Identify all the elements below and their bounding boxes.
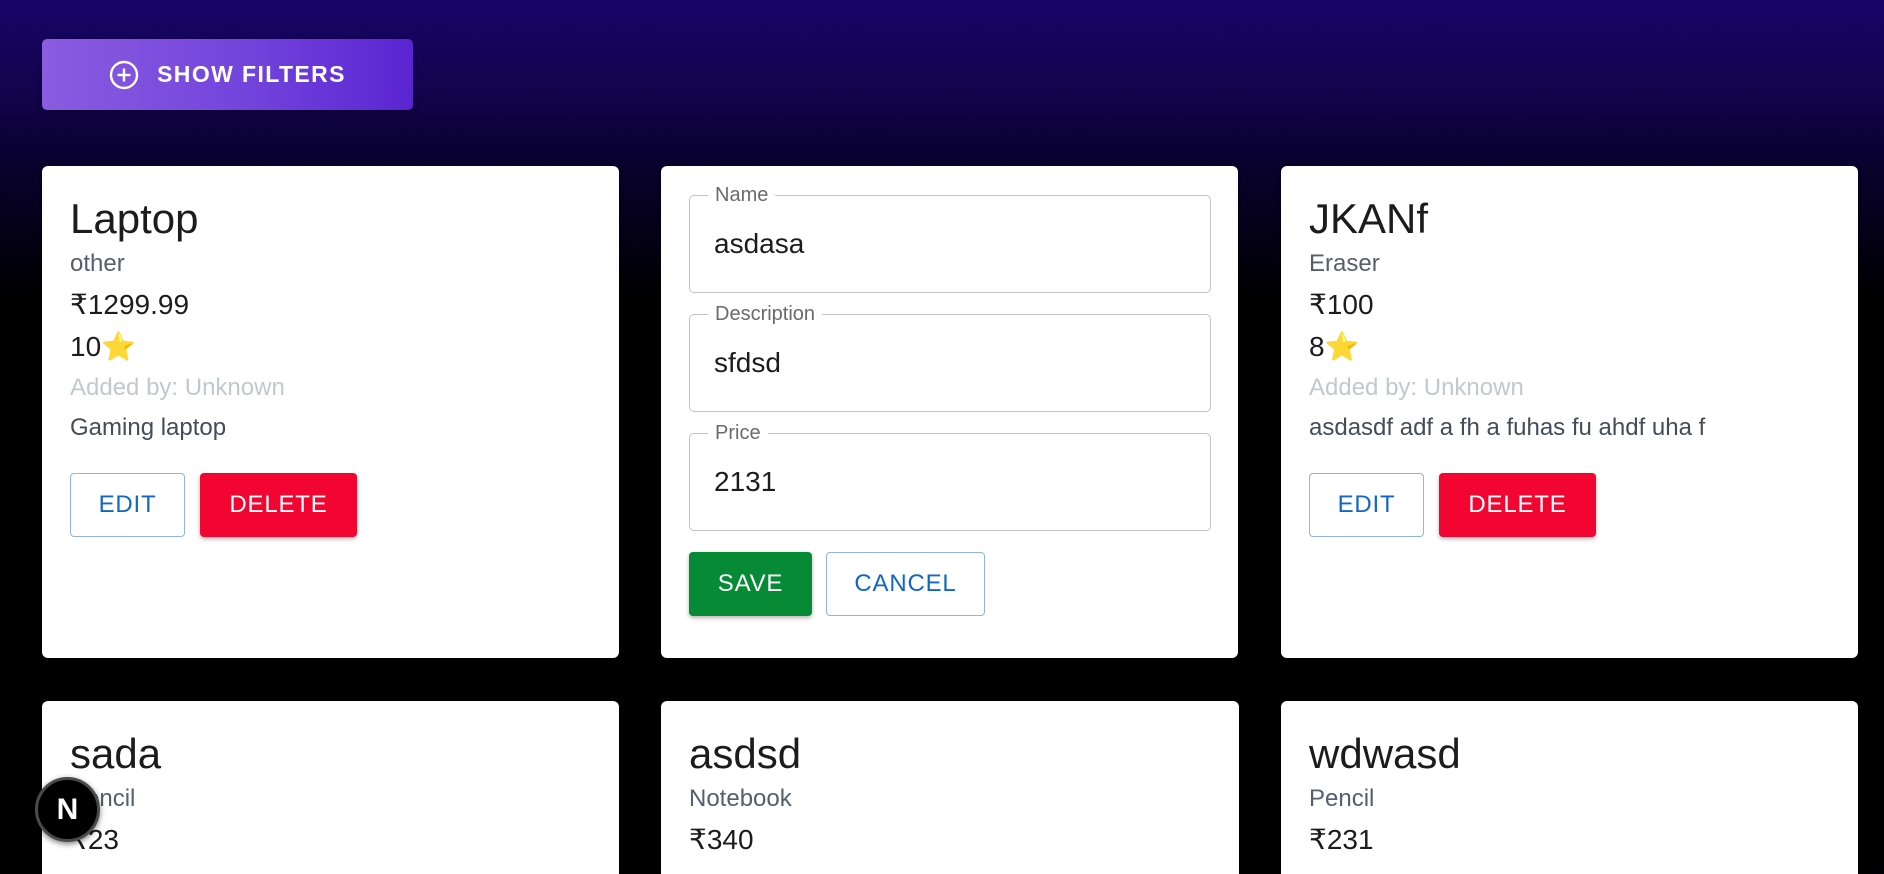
rating-value: 8 [1309,331,1325,363]
description-field[interactable]: Description sfdsd [689,302,1211,412]
name-field-label: Name [708,183,776,207]
product-card: Laptop other ₹1299.99 10⭐ Added by: Unkn… [42,166,619,658]
product-added-by: Added by: Unknown [70,374,285,402]
product-added-by: Added by: Unknown [1309,374,1524,402]
product-rating: 8⭐ [1309,326,1830,368]
product-card: sada Pencil ₹23 [42,701,619,874]
price-field-label: Price [708,421,768,445]
product-card: wdwasd Pencil ₹231 [1281,701,1858,874]
product-card: JKANf Eraser ₹100 8⭐ Added by: Unknown a… [1281,166,1858,658]
product-price: ₹23 [70,824,119,856]
nextjs-logo-icon: N [56,792,79,826]
product-category: Pencil [70,785,136,812]
save-button[interactable]: SAVE [689,552,812,616]
product-category: other [70,250,125,277]
star-icon: ⭐ [1324,331,1360,363]
product-category: Pencil [1309,785,1375,812]
price-field-value: 2131 [714,466,777,497]
cancel-button[interactable]: CANCEL [826,552,985,616]
rating-value: 10 [70,331,102,363]
product-card: asdsd Notebook ₹340 [661,701,1239,874]
edit-button[interactable]: EDIT [1309,472,1424,537]
description-field-label: Description [708,302,823,326]
product-title: sada [70,730,162,777]
product-price: ₹100 [1309,289,1374,321]
product-category: Notebook [689,785,792,812]
edit-button[interactable]: EDIT [70,472,185,537]
product-price: ₹1299.99 [70,289,190,321]
product-title: Laptop [70,195,199,242]
product-price: ₹340 [689,824,754,856]
product-category: Eraser [1309,250,1380,277]
delete-button[interactable]: DELETE [1439,472,1596,537]
price-field[interactable]: Price 2131 [689,421,1211,531]
show-filters-label: SHOW FILTERS [157,61,346,87]
show-filters-button[interactable]: SHOW FILTERS [42,39,413,110]
name-field-value: asdasa [714,228,805,259]
nextjs-dev-badge[interactable]: N [35,777,100,842]
product-title: asdsd [689,730,802,777]
product-title: wdwasd [1309,730,1461,777]
plus-circle-icon [109,60,139,90]
product-title: JKANf [1309,195,1429,242]
product-rating: 10⭐ [70,326,591,368]
delete-button[interactable]: DELETE [200,472,357,537]
product-description: Gaming laptop [70,413,227,441]
product-description: asdasdf adf a fh a fuhas fu ahdf uha f [1309,413,1706,441]
star-icon: ⭐ [101,331,137,363]
product-price: ₹231 [1309,824,1374,856]
name-field[interactable]: Name asdasa [689,183,1211,293]
description-field-value: sfdsd [714,347,781,378]
edit-product-form: Name asdasa Description sfdsd Price 2131… [661,166,1238,658]
